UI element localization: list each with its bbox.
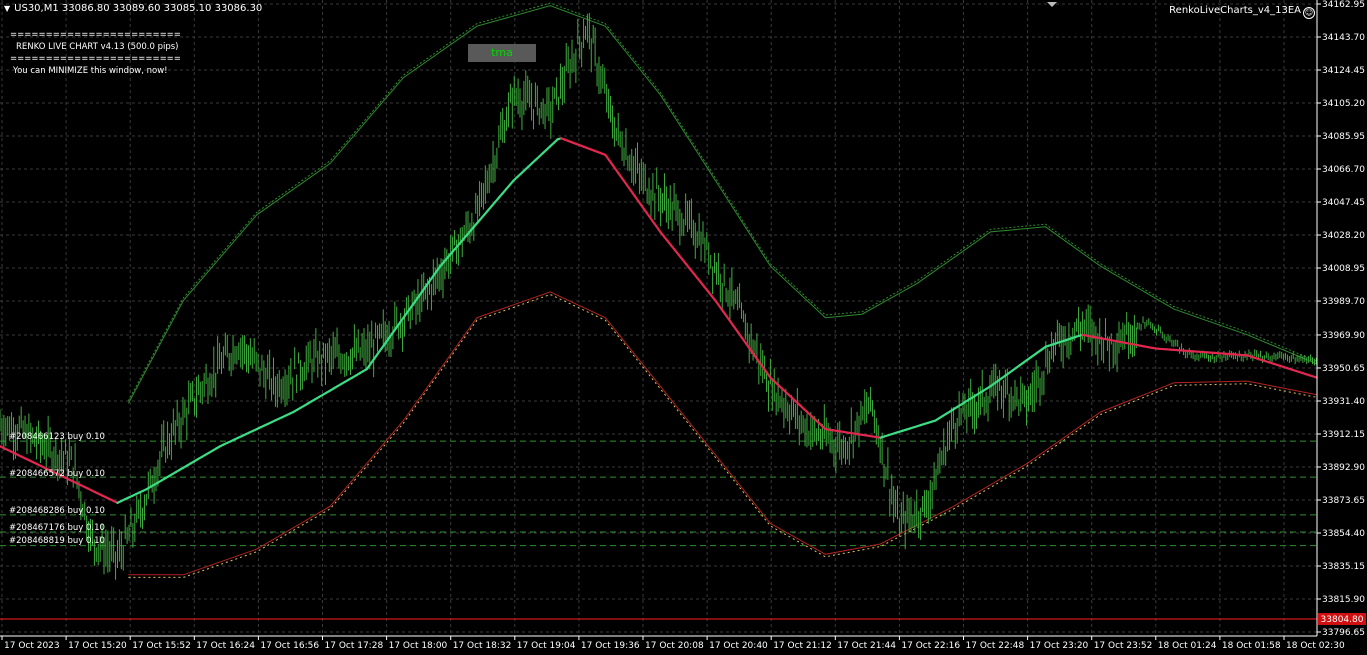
time-tick-label: 17 Oct 18:32 <box>453 641 512 651</box>
comment-separator: ======================== <box>10 54 181 64</box>
tma-segment-down <box>1312 375 1319 379</box>
price-tick-label: 33989.70 <box>1322 297 1365 307</box>
lower-band-dotted <box>128 293 1318 578</box>
time-tick-label: 17 Oct 22:16 <box>901 641 960 651</box>
price-tick-label: 33931.40 <box>1322 397 1365 407</box>
time-tick-label: 18 Oct 02:30 <box>1286 641 1345 651</box>
symbol-quote: US30,M1 33086.80 33089.60 33085.10 33086… <box>14 3 263 14</box>
price-tick-label: 34066.70 <box>1322 165 1365 175</box>
comment-minimize-note: You can MINIMIZE this window, now! <box>13 66 168 76</box>
time-tick-label: 17 Oct 23:52 <box>1094 641 1153 651</box>
dropdown-triangle-icon[interactable]: ▼ <box>4 4 10 13</box>
price-tick-label: 33854.40 <box>1322 529 1365 539</box>
time-tick-label: 17 Oct 18:00 <box>389 641 448 651</box>
current-price-tag: 33804.80 <box>1318 613 1366 625</box>
time-tick-label: 17 Oct 22:48 <box>966 641 1025 651</box>
price-chart[interactable]: 34162.95 34143.70 34124.45 34105.20 34085.95… <box>0 0 1367 655</box>
time-tick-label: 17 Oct 15:20 <box>68 641 127 651</box>
price-tick-label: 34008.95 <box>1322 264 1365 274</box>
time-tick-label: 17 Oct 2023 <box>4 641 60 651</box>
price-tick-label: 33912.15 <box>1322 430 1365 440</box>
comment-separator: ======================== <box>10 30 181 40</box>
svg-text:33804.80: 33804.80 <box>1321 615 1364 625</box>
order-label: #208468819 buy 0.10 <box>9 536 105 546</box>
time-tick-label: 17 Oct 16:24 <box>196 641 255 651</box>
order-label: #208468286 buy 0.10 <box>9 506 105 516</box>
scroll-marker-icon[interactable] <box>1047 2 1057 7</box>
price-tick-label: 33815.90 <box>1322 595 1365 605</box>
order-label: #208467176 buy 0.10 <box>9 523 105 533</box>
comment-title: RENKO LIVE CHART v4.13 (500.0 pips) <box>16 42 179 52</box>
price-tick-label: 34143.70 <box>1322 33 1365 43</box>
price-tick-label: 34162.95 <box>1322 0 1365 10</box>
time-tick-label: 17 Oct 19:36 <box>581 641 640 651</box>
time-tick-label: 17 Oct 20:40 <box>709 641 768 651</box>
time-tick-label: 17 Oct 20:08 <box>645 641 704 651</box>
smiley-icon[interactable]: ☺ <box>1303 7 1315 19</box>
order-label: #208466123 buy 0.10 <box>9 432 105 442</box>
price-tick-label: 34047.45 <box>1322 198 1365 208</box>
ea-name: RenkoLiveCharts_v4_13EA <box>1169 5 1301 16</box>
price-tick-label: 34105.20 <box>1322 99 1365 109</box>
price-tick-label: 33873.65 <box>1322 496 1365 506</box>
upper-band <box>127 5 1318 404</box>
price-tick-label: 33950.65 <box>1322 364 1365 374</box>
order-lines <box>0 440 1317 547</box>
price-tick-label: 34028.20 <box>1322 231 1365 241</box>
price-tick-label: 34085.95 <box>1322 132 1365 142</box>
expert-advisor-label: RenkoLiveCharts_v4_13EA ☺ <box>1169 5 1315 19</box>
price-tick-label: 33796.65 <box>1322 628 1365 638</box>
time-tick-label: 17 Oct 21:12 <box>773 641 832 651</box>
time-axis-labels: 17 Oct 2023 17 Oct 15:20 17 Oct 15:52 17 Oc… <box>1 636 1345 651</box>
time-tick-label: 17 Oct 16:56 <box>260 641 319 651</box>
time-tick-label: 17 Oct 21:44 <box>837 641 896 651</box>
price-tick-label: 33969.90 <box>1322 331 1365 341</box>
chart-grid <box>0 0 1317 636</box>
price-tick-label: 33892.90 <box>1322 463 1365 473</box>
time-tick-label: 17 Oct 15:52 <box>132 641 191 651</box>
tma-button[interactable]: tma <box>468 44 536 62</box>
time-tick-label: 17 Oct 17:28 <box>325 641 384 651</box>
symbol-header: ▼ US30,M1 33086.80 33089.60 33085.10 3308… <box>4 3 262 14</box>
price-tick-label: 34124.45 <box>1322 66 1365 76</box>
time-tick-label: 18 Oct 01:24 <box>1158 641 1217 651</box>
time-tick-label: 17 Oct 23:20 <box>1030 641 1089 651</box>
price-tick-label: 33835.15 <box>1322 562 1365 572</box>
time-tick-label: 17 Oct 19:04 <box>517 641 576 651</box>
time-tick-label: 18 Oct 01:58 <box>1222 641 1281 651</box>
price-bars <box>0 12 1317 580</box>
order-label: #208466572 buy 0.10 <box>9 469 105 479</box>
